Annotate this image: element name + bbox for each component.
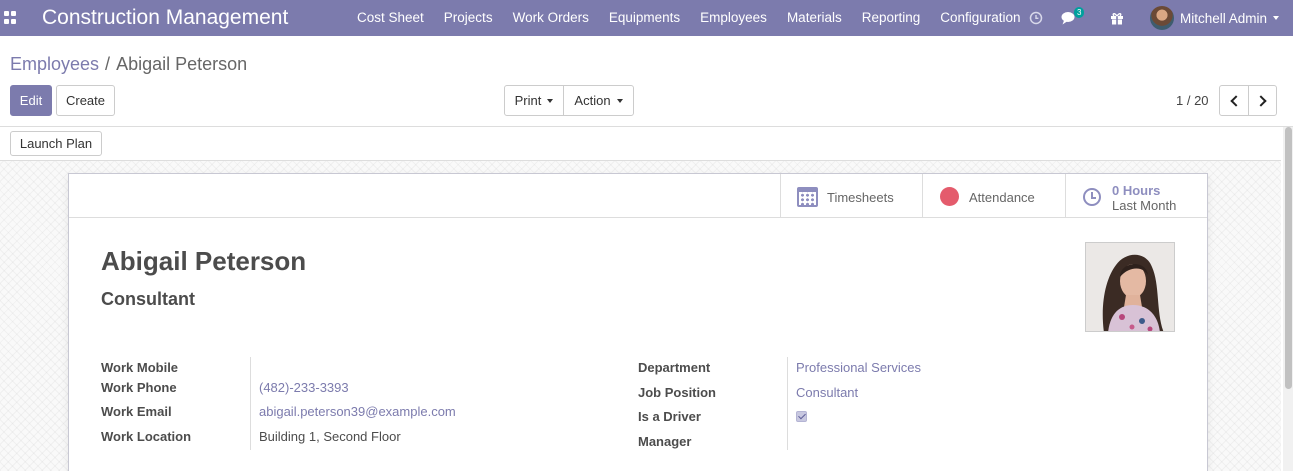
- manager-label: Manager: [638, 434, 692, 449]
- user-name: Mitchell Admin: [1180, 10, 1268, 26]
- attendance-button[interactable]: Attendance: [922, 174, 1065, 217]
- menu-employees[interactable]: Employees: [690, 0, 777, 36]
- attendance-status-icon: [940, 187, 959, 206]
- hours-last-month-button[interactable]: 0 Hours Last Month: [1065, 174, 1207, 217]
- is-driver-checkbox[interactable]: [796, 411, 807, 422]
- hours-value: 0 Hours: [1112, 183, 1161, 198]
- hours-label: Last Month: [1112, 198, 1177, 213]
- smart-button-box: Timesheets Attendance 0 Hours Last Month: [69, 174, 1207, 218]
- work-email-value[interactable]: abigail.peterson39@example.com: [259, 404, 456, 419]
- breadcrumb-separator: /: [105, 54, 111, 74]
- activity-clock-icon[interactable]: [1027, 0, 1045, 36]
- gift-icon[interactable]: [1108, 0, 1126, 36]
- scrollbar-thumb[interactable]: [1285, 127, 1292, 389]
- work-mobile-label: Work Mobile: [101, 360, 179, 375]
- menu-projects[interactable]: Projects: [434, 0, 503, 36]
- launch-plan-label: Launch Plan: [19, 136, 93, 151]
- employee-job-title: Consultant: [101, 289, 195, 309]
- is-driver-label: Is a Driver: [638, 409, 701, 424]
- breadcrumb-current: Abigail Peterson: [116, 54, 248, 74]
- chevron-down-icon: [1273, 16, 1280, 20]
- job-position-value[interactable]: Consultant: [796, 385, 858, 400]
- print-label: Print: [514, 93, 542, 108]
- action-dropdown[interactable]: Action: [563, 85, 634, 116]
- menu-materials[interactable]: Materials: [777, 0, 852, 36]
- pager-previous-button[interactable]: [1219, 85, 1249, 116]
- chat-icon[interactable]: 3: [1060, 0, 1085, 36]
- attendance-label: Attendance: [969, 190, 1035, 205]
- breadcrumb-employees[interactable]: Employees: [10, 54, 99, 74]
- edit-button-label: Edit: [19, 93, 43, 108]
- create-button[interactable]: Create: [56, 85, 115, 116]
- messages-badge: 3: [1074, 7, 1085, 18]
- create-button-label: Create: [65, 93, 106, 108]
- chevron-down-icon: [616, 98, 623, 103]
- apps-icon[interactable]: [4, 11, 18, 25]
- pager-value[interactable]: 1 / 20: [1176, 93, 1209, 108]
- calendar-icon: [797, 187, 818, 207]
- work-phone-label: Work Phone: [101, 380, 177, 395]
- timesheets-label: Timesheets: [827, 190, 894, 205]
- scrollbar[interactable]: [1283, 127, 1293, 471]
- menu-equipments[interactable]: Equipments: [599, 0, 690, 36]
- form-statusbar: [0, 127, 1281, 161]
- job-position-label: Job Position: [638, 385, 716, 400]
- user-menu[interactable]: Mitchell Admin: [1150, 4, 1280, 32]
- print-dropdown[interactable]: Print: [504, 85, 564, 116]
- breadcrumb: Employees / Abigail Peterson: [10, 54, 247, 75]
- work-location-label: Work Location: [101, 429, 192, 444]
- clock-icon: [1083, 188, 1101, 206]
- menu-work-orders[interactable]: Work Orders: [503, 0, 599, 36]
- employee-form-sheet: Timesheets Attendance 0 Hours Last Month…: [68, 173, 1208, 471]
- department-label: Department: [638, 360, 711, 375]
- avatar: [1150, 6, 1174, 30]
- menu-reporting[interactable]: Reporting: [852, 0, 931, 36]
- timesheets-button[interactable]: Timesheets: [780, 174, 923, 217]
- work-phone-value[interactable]: (482)-233-3393: [259, 380, 349, 395]
- department-value[interactable]: Professional Services: [796, 360, 921, 375]
- app-title[interactable]: Construction Management: [42, 6, 288, 30]
- field-divider: [250, 357, 251, 450]
- employee-photo[interactable]: [1085, 242, 1175, 332]
- work-location-value: Building 1, Second Floor: [259, 429, 401, 444]
- edit-button[interactable]: Edit: [10, 85, 52, 116]
- chevron-left-icon: [1229, 94, 1242, 107]
- main-menu: Cost Sheet Projects Work Orders Equipmen…: [347, 0, 1031, 36]
- top-navbar: Construction Management Cost Sheet Proje…: [0, 0, 1293, 36]
- launch-plan-button[interactable]: Launch Plan: [10, 131, 102, 156]
- menu-cost-sheet[interactable]: Cost Sheet: [347, 0, 434, 36]
- field-divider: [787, 357, 788, 450]
- action-label: Action: [574, 93, 611, 108]
- chevron-down-icon: [547, 98, 554, 103]
- employee-name: Abigail Peterson: [101, 246, 307, 276]
- pager-next-button[interactable]: [1248, 85, 1277, 116]
- menu-configuration[interactable]: Configuration: [930, 0, 1030, 36]
- work-email-label: Work Email: [101, 404, 172, 419]
- chevron-right-icon: [1255, 94, 1267, 107]
